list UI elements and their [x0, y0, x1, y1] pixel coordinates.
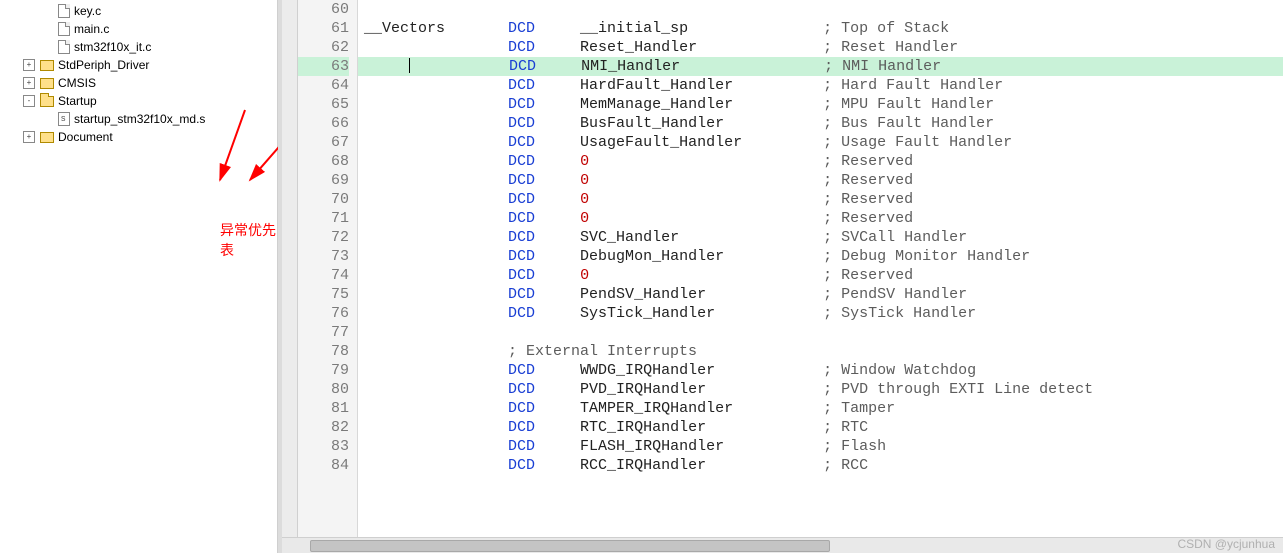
tree-item-label: CMSIS	[58, 76, 96, 90]
line-number: 80	[298, 380, 349, 399]
tree-item-label: key.c	[74, 4, 101, 18]
c-file-icon	[58, 40, 70, 54]
line-number: 63	[298, 57, 349, 76]
line-number: 73	[298, 247, 349, 266]
horizontal-scrollbar[interactable]	[282, 537, 1283, 553]
watermark: CSDN @ycjunhua	[1177, 537, 1275, 551]
code-line[interactable]	[358, 0, 1283, 19]
line-number: 82	[298, 418, 349, 437]
line-number: 68	[298, 152, 349, 171]
code-line[interactable]: DCD MemManage_Handler ; MPU Fault Handle…	[358, 95, 1283, 114]
line-number: 69	[298, 171, 349, 190]
code-line[interactable]: DCD RCC_IRQHandler ; RCC	[358, 456, 1283, 475]
code-line[interactable]: DCD NMI_Handler ; NMI Handler	[358, 57, 1283, 76]
folder-icon	[40, 78, 54, 89]
line-number: 74	[298, 266, 349, 285]
expand-icon[interactable]: +	[23, 59, 35, 71]
code-line[interactable]: DCD PVD_IRQHandler ; PVD through EXTI Li…	[358, 380, 1283, 399]
c-file-icon	[58, 22, 70, 36]
line-number: 67	[298, 133, 349, 152]
line-number: 60	[298, 0, 349, 19]
expand-icon[interactable]: +	[23, 77, 35, 89]
fold-ruler	[282, 0, 298, 553]
line-number: 62	[298, 38, 349, 57]
code-line[interactable]: DCD FLASH_IRQHandler ; Flash	[358, 437, 1283, 456]
line-number: 65	[298, 95, 349, 114]
line-number: 84	[298, 456, 349, 475]
code-line[interactable]: DCD WWDG_IRQHandler ; Window Watchdog	[358, 361, 1283, 380]
line-number: 75	[298, 285, 349, 304]
code-line[interactable]: DCD SysTick_Handler ; SysTick Handler	[358, 304, 1283, 323]
folder-icon	[40, 96, 54, 107]
code-line[interactable]: DCD UsageFault_Handler ; Usage Fault Han…	[358, 133, 1283, 152]
line-number: 66	[298, 114, 349, 133]
tree-item-label: StdPeriph_Driver	[58, 58, 149, 72]
code-line[interactable]: DCD SVC_Handler ; SVCall Handler	[358, 228, 1283, 247]
line-number: 81	[298, 399, 349, 418]
code-line[interactable]: DCD HardFault_Handler ; Hard Fault Handl…	[358, 76, 1283, 95]
line-number: 71	[298, 209, 349, 228]
code-editor[interactable]: 6061626364656667686970717273747576777879…	[278, 0, 1283, 553]
code-line[interactable]: DCD 0 ; Reserved	[358, 152, 1283, 171]
code-line[interactable]: DCD DebugMon_Handler ; Debug Monitor Han…	[358, 247, 1283, 266]
tree-item[interactable]: startup_stm32f10x_md.s	[0, 110, 277, 128]
tree-item-label: Document	[58, 130, 113, 144]
line-number: 77	[298, 323, 349, 342]
folder-icon	[40, 132, 54, 143]
tree-item-label: stm32f10x_it.c	[74, 40, 151, 54]
expand-icon[interactable]: +	[23, 131, 35, 143]
line-number: 76	[298, 304, 349, 323]
code-line[interactable]: DCD 0 ; Reserved	[358, 190, 1283, 209]
code-line[interactable]: DCD Reset_Handler ; Reset Handler	[358, 38, 1283, 57]
tree-item[interactable]: key.c	[0, 2, 277, 20]
line-number: 64	[298, 76, 349, 95]
code-line[interactable]: DCD RTC_IRQHandler ; RTC	[358, 418, 1283, 437]
code-line[interactable]: DCD PendSV_Handler ; PendSV Handler	[358, 285, 1283, 304]
code-line[interactable]: __Vectors DCD __initial_sp ; Top of Stac…	[358, 19, 1283, 38]
tree-item[interactable]: + StdPeriph_Driver	[0, 56, 277, 74]
scrollbar-thumb[interactable]	[310, 540, 830, 552]
code-content[interactable]: __Vectors DCD __initial_sp ; Top of Stac…	[358, 0, 1283, 553]
folder-icon	[40, 60, 54, 71]
line-number-gutter: 6061626364656667686970717273747576777879…	[298, 0, 358, 553]
tree-item[interactable]: main.c	[0, 20, 277, 38]
code-line[interactable]: DCD TAMPER_IRQHandler ; Tamper	[358, 399, 1283, 418]
line-number: 70	[298, 190, 349, 209]
code-line[interactable]: DCD 0 ; Reserved	[358, 209, 1283, 228]
line-number: 83	[298, 437, 349, 456]
tree-item[interactable]: - Startup	[0, 92, 277, 110]
tree-item[interactable]: stm32f10x_it.c	[0, 38, 277, 56]
tree-item-label: Startup	[58, 94, 97, 108]
tree-item[interactable]: + CMSIS	[0, 74, 277, 92]
text-caret	[409, 58, 410, 73]
code-line[interactable]: DCD 0 ; Reserved	[358, 171, 1283, 190]
annotation-label: 异常优先表	[220, 220, 277, 260]
c-file-icon	[58, 4, 70, 18]
code-line[interactable]: ; External Interrupts	[358, 342, 1283, 361]
line-number: 79	[298, 361, 349, 380]
asm-file-icon	[58, 112, 70, 126]
code-line[interactable]	[358, 323, 1283, 342]
line-number: 61	[298, 19, 349, 38]
tree-item-label: startup_stm32f10x_md.s	[74, 112, 205, 126]
code-line[interactable]: DCD BusFault_Handler ; Bus Fault Handler	[358, 114, 1283, 133]
tree-item[interactable]: + Document	[0, 128, 277, 146]
code-line[interactable]: DCD 0 ; Reserved	[358, 266, 1283, 285]
line-number: 72	[298, 228, 349, 247]
tree-item-label: main.c	[74, 22, 109, 36]
collapse-icon[interactable]: -	[23, 95, 35, 107]
line-number: 78	[298, 342, 349, 361]
project-tree[interactable]: key.c main.c stm32f10x_it.c + StdPeriph_Driv…	[0, 0, 278, 553]
